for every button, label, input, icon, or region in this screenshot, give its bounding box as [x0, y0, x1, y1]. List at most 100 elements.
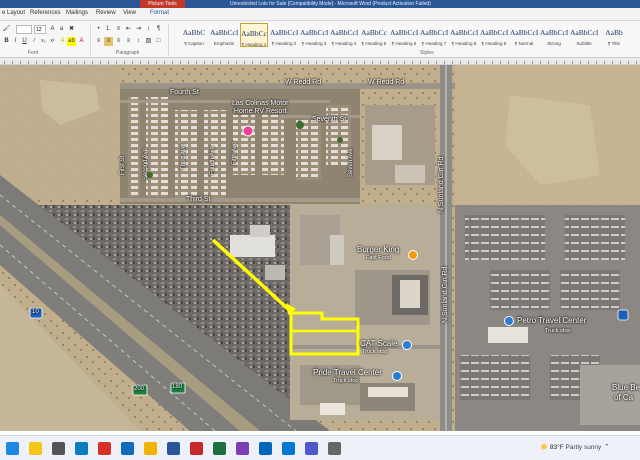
style-item[interactable]: AaBbCcI ¶ Heading 3 [300, 23, 328, 47]
edge-icon[interactable] [75, 442, 88, 455]
style-sample: AaBb [605, 28, 623, 37]
excel-icon[interactable] [213, 442, 226, 455]
ruler-tick [556, 61, 557, 64]
ruler-tick [300, 61, 301, 64]
bold-icon[interactable]: B [2, 37, 11, 46]
style-name: ¶ Heading 3 [301, 41, 327, 46]
align-left-icon[interactable]: ≡ [94, 37, 103, 46]
ruler-tick [236, 61, 237, 64]
style-item[interactable]: AaBbCcDd Strong [540, 23, 568, 47]
style-item[interactable]: AaBbCc ¶ Heading 1 [240, 23, 268, 47]
tab-page-layout[interactable]: e Layout [2, 10, 25, 16]
decrease-indent-icon[interactable]: ⇤ [124, 25, 133, 34]
align-center-icon[interactable]: ≡ [104, 37, 113, 46]
ruler-tick [60, 61, 61, 64]
map-label-cat-scale[interactable]: CAT Scale [360, 339, 398, 348]
tab-view[interactable]: View [123, 10, 136, 16]
numbering-icon[interactable]: 1. [104, 25, 113, 34]
weather-widget[interactable]: ☀️ 83°F Partly sunny [540, 443, 601, 451]
style-item[interactable]: AaBb ¶ Title [600, 23, 628, 47]
tab-references[interactable]: References [30, 10, 61, 16]
mail-icon[interactable] [121, 442, 134, 455]
map-label-blue-beacon[interactable]: Blue Be [612, 383, 640, 392]
ruler[interactable] [0, 58, 640, 65]
font-color-icon[interactable]: A [77, 37, 86, 46]
highlight-icon[interactable]: ab [67, 37, 76, 46]
style-sample: AaBbCc [241, 29, 267, 38]
format-painter-icon[interactable]: 🖌 [2, 25, 11, 34]
start-icon[interactable] [6, 442, 19, 455]
subscript-icon[interactable]: x₂ [39, 37, 48, 46]
multilevel-list-icon[interactable]: ≡ [114, 25, 123, 34]
ruler-tick [252, 61, 253, 64]
style-item[interactable]: AaBbCcDc ¶ Normal [510, 23, 538, 47]
style-item[interactable]: AaBbCcDc ¶ Heading 8 [450, 23, 478, 47]
font-size-box[interactable]: 12 [34, 25, 46, 34]
map-label-pride-travel-center[interactable]: Pride Travel Center [313, 368, 382, 377]
settings-icon[interactable] [328, 442, 341, 455]
style-item[interactable]: AaBbCcDc ¶ Heading 6 [390, 23, 418, 47]
superscript-icon[interactable]: x² [48, 37, 57, 46]
aerial-map-image[interactable]: W Redd Rd W Redd Rd Fourth St Third St S… [0, 65, 640, 431]
style-item[interactable]: AaBbC ¶ Caption [180, 23, 208, 47]
chrome-icon[interactable] [98, 442, 111, 455]
ruler-tick [284, 61, 285, 64]
explorer-icon[interactable] [144, 442, 157, 455]
style-sample: AaBbCcDc [450, 28, 478, 37]
ruler-tick [428, 61, 429, 64]
style-item[interactable]: AaBbCcI Emphasis [210, 23, 238, 47]
style-name: Subtitle [576, 41, 592, 46]
ruler-tick [36, 61, 37, 64]
sort-icon[interactable]: ↕ [144, 25, 153, 34]
shading-icon[interactable]: ▧ [144, 37, 153, 46]
calendar-icon[interactable] [282, 442, 295, 455]
grow-font-icon[interactable]: A [48, 25, 57, 34]
style-item[interactable]: AaBbCcI Subtitle [570, 23, 598, 47]
teams-icon[interactable] [305, 442, 318, 455]
tab-review[interactable]: Review [96, 10, 116, 16]
justify-icon[interactable]: ≡ [124, 37, 133, 46]
bullets-icon[interactable]: • [94, 25, 103, 34]
search-icon[interactable] [52, 442, 65, 455]
borders-icon[interactable]: □ [154, 37, 163, 46]
picture-tools-context-tab[interactable]: Picture Tools [140, 0, 185, 8]
store-icon[interactable] [259, 442, 272, 455]
photos-icon[interactable] [236, 442, 249, 455]
weather-temperature: 83°F [549, 444, 564, 451]
ruler-tick [156, 61, 157, 64]
style-item[interactable]: AaBbCcI ¶ Heading 2 [270, 23, 298, 47]
route-200-shield: 200 [134, 386, 145, 392]
style-item[interactable]: AaBbCcDc ¶ Heading 9 [480, 23, 508, 47]
style-item[interactable]: AaBbCcDc ¶ Heading 7 [420, 23, 448, 47]
style-item[interactable]: AaBbCc ¶ Heading 5 [360, 23, 388, 47]
style-item[interactable]: AaBbCcI ¶ Heading 4 [330, 23, 358, 47]
ruler-tick [220, 61, 221, 64]
map-label-petro-travel-center[interactable]: Petro Travel Center [517, 316, 586, 325]
align-right-icon[interactable]: ≡ [114, 37, 123, 46]
ruler-tick [196, 61, 197, 64]
underline-icon[interactable]: U [20, 37, 29, 46]
word-icon[interactable] [167, 442, 180, 455]
ruler-tick [268, 61, 269, 64]
pdf-icon[interactable] [190, 442, 203, 455]
ruler-tick [100, 61, 101, 64]
strikethrough-icon[interactable]: ∕ [30, 37, 39, 46]
ruler-tick [332, 61, 333, 64]
system-tray-chevron-icon[interactable]: ⌃ [604, 443, 610, 451]
sparkle-icon[interactable] [29, 442, 42, 455]
font-name-box[interactable] [16, 25, 32, 34]
map-label-burger-king[interactable]: Burger King [357, 245, 399, 254]
tab-mailings[interactable]: Mailings [66, 10, 88, 16]
clear-format-icon[interactable]: ✖ [67, 25, 76, 34]
shrink-font-icon[interactable]: a [57, 25, 66, 34]
show-marks-icon[interactable]: ¶ [154, 25, 163, 34]
ruler-tick [636, 61, 637, 64]
line-spacing-icon[interactable]: ↕ [134, 37, 143, 46]
increase-indent-icon[interactable]: ⇥ [134, 25, 143, 34]
text-effects-icon[interactable]: A [58, 37, 67, 46]
italic-icon[interactable]: I [11, 37, 20, 46]
style-name: ¶ Heading 1 [241, 42, 267, 47]
tab-format[interactable]: Format [150, 10, 169, 16]
ruler-tick [580, 61, 581, 64]
ruler-tick [172, 61, 173, 64]
